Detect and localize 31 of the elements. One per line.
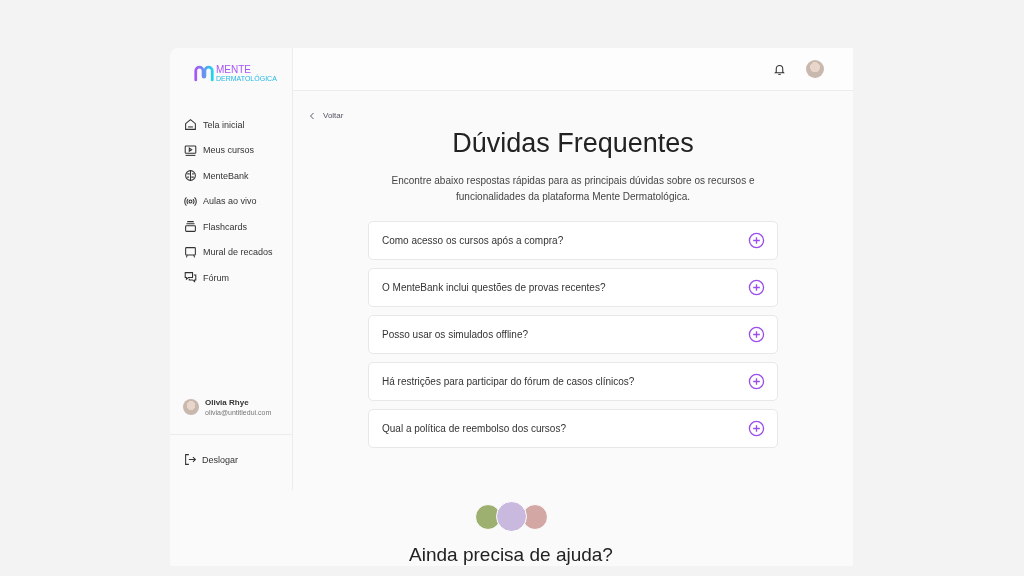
page-title: Dúvidas Frequentes [452,128,694,159]
logout-link[interactable]: Deslogar [170,435,292,490]
avatar [495,501,527,532]
logo-name: MENTE [216,65,251,75]
faq-item[interactable]: Qual a política de reembolso dos cursos? [368,409,778,448]
chevron-left-icon [309,111,315,120]
faq-item[interactable]: Posso usar os simulados offline? [368,315,778,354]
faq-item[interactable]: Há restrições para participar do fórum de casos clínicos? [368,362,778,401]
stack-icon [184,220,197,234]
user-name: Olivia Rhye [205,398,250,407]
help-title: Ainda precisa de ajuda? [409,544,613,566]
sidebar-item[interactable]: MenteBank [184,167,292,185]
monitor-play-icon [184,143,197,157]
sidebar-item[interactable]: Tela inicial [184,116,292,134]
broadcast-icon [184,194,197,208]
intro-text: Encontre abaixo respostas rápidas para as principais dúvidas sobre os recursos e funcionalidades da plataforma Mente Dermatológica. [390,174,756,204]
home-icon [184,118,197,132]
sidebar-item[interactable]: Aulas ao vivo [184,192,292,210]
avatar [183,399,199,415]
logo-icon [193,65,215,82]
logout-icon [184,453,197,466]
sidebar-item[interactable]: Fórum [184,269,292,287]
chat-icon [184,271,197,285]
sidebar-item[interactable]: Flashcards [184,218,292,236]
easel-icon [184,245,197,259]
faq-item[interactable]: O MenteBank inclui questões de provas recentes? [368,268,778,307]
back-link[interactable]: Voltar [309,111,344,120]
notification-bell-icon[interactable] [773,62,786,76]
faq-item[interactable]: Como acesso os cursos após a compra? [368,221,778,260]
sidebar-item[interactable]: Meus cursos [184,141,292,159]
sidebar-item[interactable]: Mural de recados [184,243,292,261]
